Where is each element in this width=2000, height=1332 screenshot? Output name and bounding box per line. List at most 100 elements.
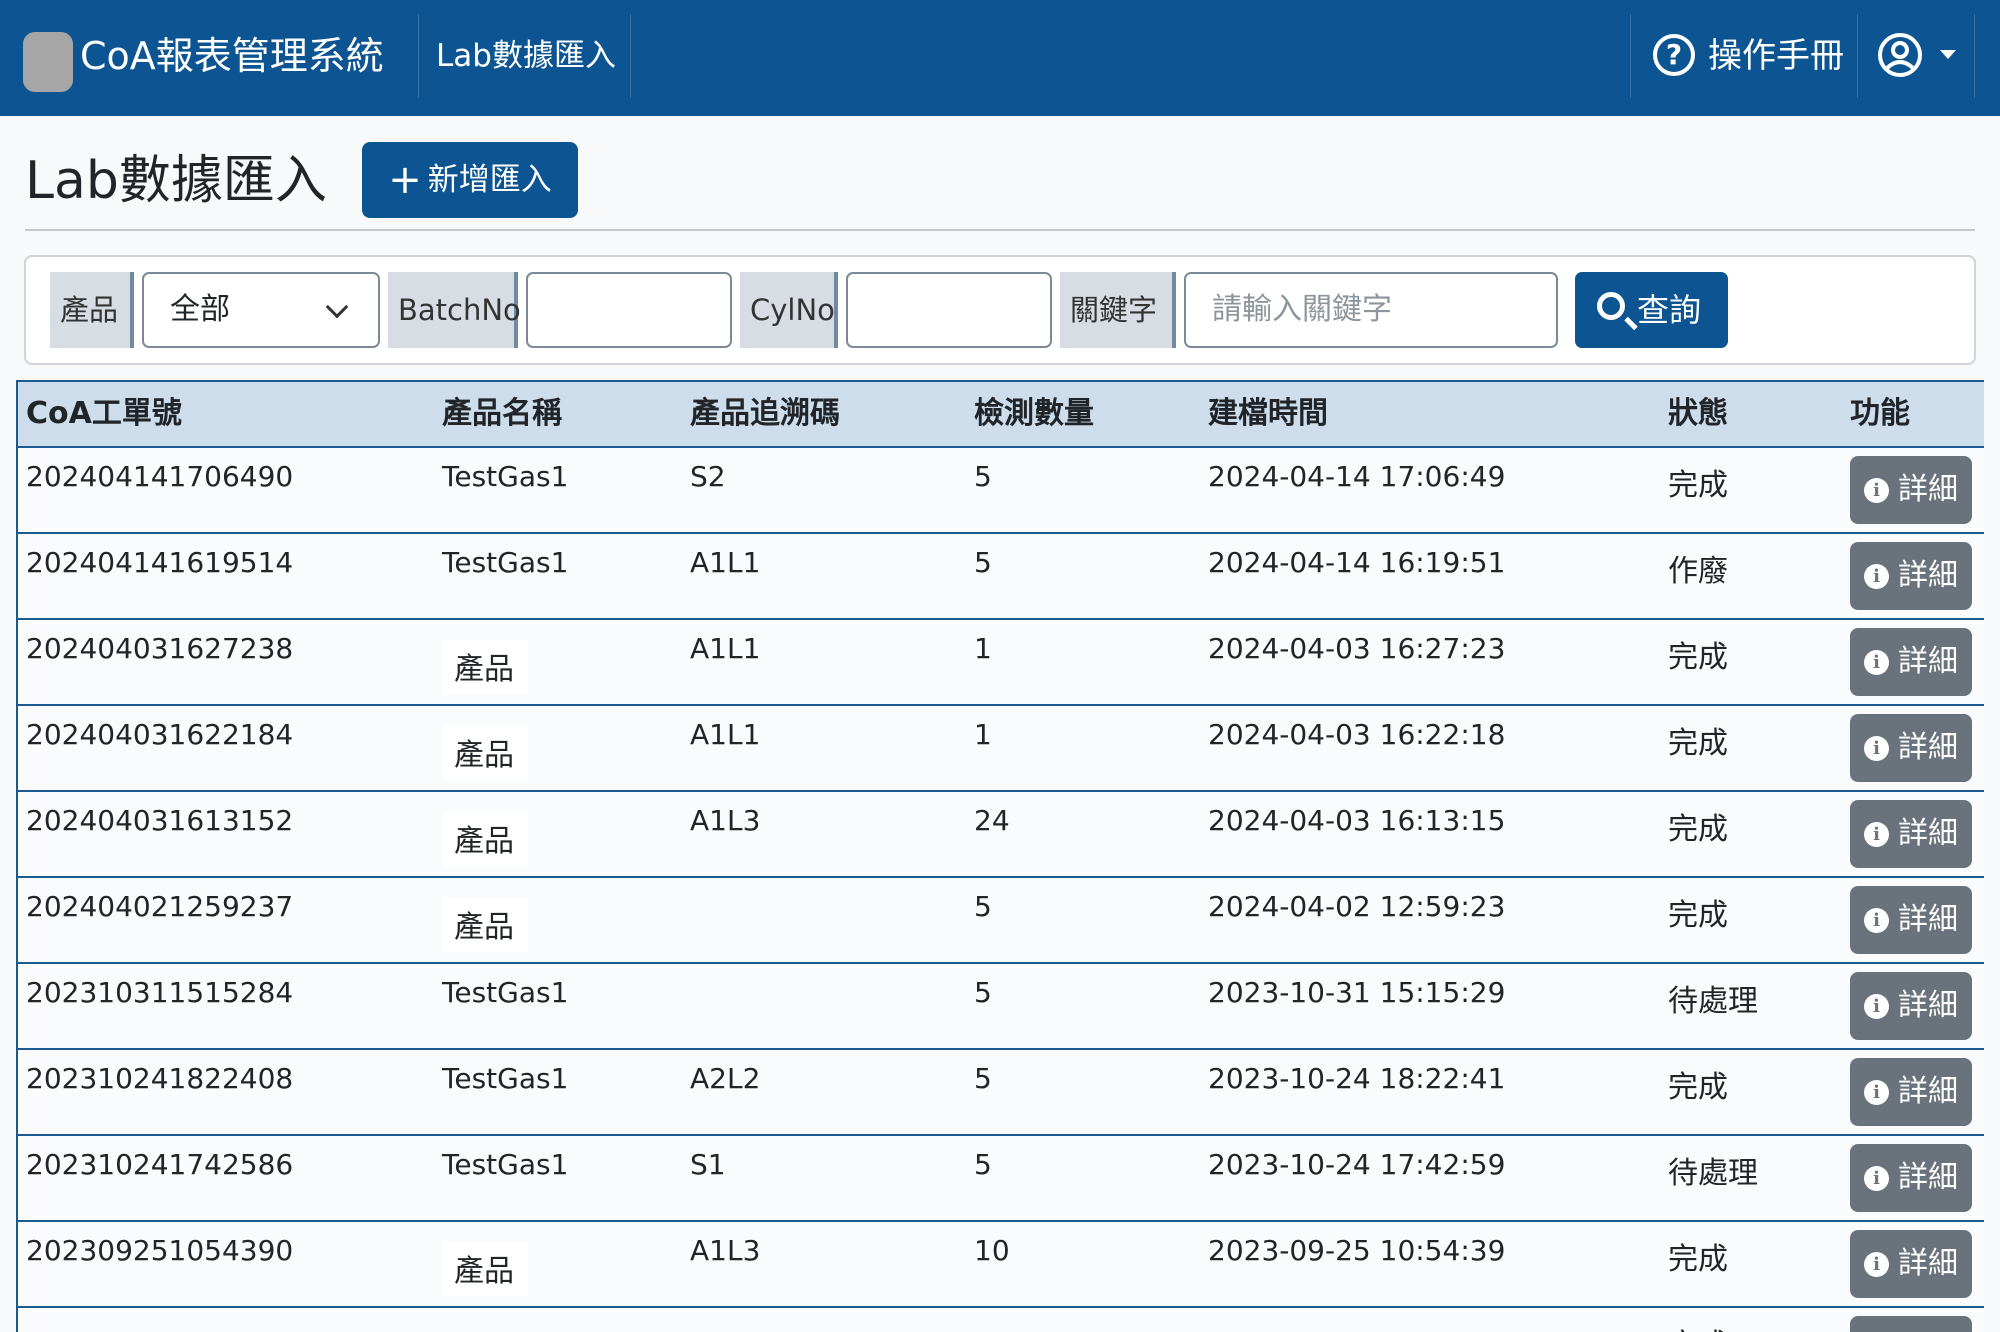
- detail-button[interactable]: i詳細: [1850, 1144, 1972, 1212]
- col-qty-cell: 5: [966, 448, 1202, 534]
- detail-button-label: 詳細: [1898, 1246, 1958, 1281]
- search-button[interactable]: 查詢: [1575, 272, 1728, 348]
- detail-button[interactable]: i詳細: [1850, 972, 1972, 1040]
- col-qty-value: 10: [974, 1234, 1010, 1267]
- col-order-value: 202404021259237: [26, 890, 294, 923]
- add-import-button[interactable]: + 新增匯入: [362, 142, 578, 218]
- search-icon: [1597, 292, 1625, 320]
- col-product-cell: TestGas1: [434, 1136, 684, 1222]
- table-row: 202404141619514 TestGas1 A1L1 5 2024-04-14 1…: [18, 534, 1984, 620]
- col-product-cell: 產品: [434, 792, 684, 878]
- col-qty-value: 5: [974, 546, 992, 579]
- col-trace-cell: A1L1: [682, 534, 968, 620]
- col-trace-cell: [682, 1308, 968, 1332]
- col-status-cell: 完成: [1660, 878, 1844, 964]
- col-product-cell: TestGas1: [434, 448, 684, 534]
- col-created-value: 2024-04-02 12:59:23: [1208, 890, 1506, 923]
- cyl-input[interactable]: [846, 272, 1052, 348]
- col-order-cell: 202404021259237: [18, 878, 436, 964]
- col-order-value: 202404031613152: [26, 804, 294, 837]
- col-qty-header[interactable]: 檢測數量: [966, 382, 1202, 448]
- detail-button[interactable]: i詳細: [1850, 456, 1972, 524]
- col-status-value: 完成: [1668, 1328, 1728, 1332]
- search-button-label: 查詢: [1637, 291, 1702, 329]
- col-actions-cell: i 詳細: [1842, 792, 1984, 878]
- detail-button[interactable]: i詳細: [1850, 800, 1972, 868]
- col-created-value: 2024-04-03 16:27:23: [1208, 632, 1506, 665]
- detail-button[interactable]: i詳細: [1850, 542, 1972, 610]
- col-status-cell: 完成: [1660, 1308, 1844, 1332]
- col-created-value: 2023-10-31 15:15:29: [1208, 976, 1506, 1009]
- col-product-cell: 產品: [434, 878, 684, 964]
- col-status-cell: 完成: [1660, 620, 1844, 706]
- col-status-value: 完成: [1668, 1070, 1728, 1105]
- col-order-value: 202404031622184: [26, 718, 294, 751]
- user-circle-icon[interactable]: [1877, 32, 1923, 78]
- col-qty-cell: 24: [966, 792, 1202, 878]
- info-icon: i: [1864, 1080, 1889, 1105]
- col-order-cell: 202404031627238: [18, 620, 436, 706]
- col-trace-value: A1L1: [690, 546, 761, 579]
- table-row: 202309251054390 產品 A1L3 10 2023-09-25 10:54:…: [18, 1222, 1984, 1308]
- user-menu-caret-icon[interactable]: [1940, 50, 1956, 59]
- col-order-value: 202404141619514: [26, 546, 294, 579]
- detail-button-label: 詳細: [1898, 1074, 1958, 1109]
- col-status-cell: 完成: [1660, 1222, 1844, 1308]
- col-trace-cell: A1L3: [682, 792, 968, 878]
- detail-button[interactable]: i詳細: [1850, 1316, 1972, 1332]
- info-icon: i: [1864, 650, 1889, 675]
- col-trace-cell: S2: [682, 448, 968, 534]
- col-order-header[interactable]: CoA工單號: [18, 382, 436, 448]
- table-row: 202404031627238 產品 A1L1 1 2024-04-03 16:27:2…: [18, 620, 1984, 706]
- col-qty-value: 24: [974, 804, 1010, 837]
- detail-button-label: 詳細: [1898, 558, 1958, 593]
- question-circle-icon[interactable]: ?: [1653, 34, 1695, 76]
- help-manual-link[interactable]: 操作手冊: [1708, 28, 1844, 84]
- col-order-cell: [18, 1308, 436, 1332]
- col-order-value: 202310241742586: [26, 1148, 294, 1181]
- col-qty-cell: 10: [966, 1222, 1202, 1308]
- col-created-cell: 2024-04-03 16:13:15: [1200, 792, 1662, 878]
- col-status-header[interactable]: 狀態: [1660, 382, 1844, 448]
- col-trace-cell: [682, 878, 968, 964]
- col-trace-value: S2: [690, 460, 726, 493]
- batch-filter-label: BatchNo: [388, 272, 521, 348]
- col-created-value: 2024-04-03 16:13:15: [1208, 804, 1506, 837]
- col-trace-value: A1L1: [690, 632, 761, 665]
- col-actions-cell: i 詳細: [1842, 448, 1984, 534]
- col-created-header[interactable]: 建檔時間: [1200, 382, 1662, 448]
- col-qty-cell: 5: [966, 534, 1202, 620]
- col-order-value: 202404031627238: [26, 632, 294, 665]
- detail-button[interactable]: i詳細: [1850, 628, 1972, 696]
- col-trace-header[interactable]: 產品追溯碼: [682, 382, 968, 448]
- table-row: 完成 i詳細: [18, 1308, 1984, 1332]
- col-product-header[interactable]: 產品名稱: [434, 382, 684, 448]
- col-actions-cell: i 詳細: [1842, 1222, 1984, 1308]
- col-created-value: 2023-10-24 17:42:59: [1208, 1148, 1506, 1181]
- nav-link-lab-import[interactable]: Lab數據匯入: [436, 30, 616, 82]
- col-qty-value: 5: [974, 976, 992, 1009]
- col-actions-cell: i 詳細: [1842, 964, 1984, 1050]
- col-created-cell: 2024-04-02 12:59:23: [1200, 878, 1662, 964]
- app-title[interactable]: CoA報表管理系統: [80, 28, 384, 84]
- col-qty-cell: 1: [966, 706, 1202, 792]
- col-order-cell: 202310241742586: [18, 1136, 436, 1222]
- col-product-cell: 產品: [434, 706, 684, 792]
- detail-button[interactable]: i詳細: [1850, 886, 1972, 954]
- col-created-value: 2023-10-24 18:22:41: [1208, 1062, 1506, 1095]
- table-row: 202404141706490 TestGas1 S2 5 2024-04-14 17:…: [18, 448, 1984, 534]
- col-trace-cell: S1: [682, 1136, 968, 1222]
- detail-button-label: 詳細: [1898, 1160, 1958, 1195]
- table-row: 202404021259237 產品 5 2024-04-02 12:59:23 完成 i…: [18, 878, 1984, 964]
- batch-input[interactable]: [526, 272, 732, 348]
- col-actions-header[interactable]: 功能: [1842, 382, 1984, 448]
- detail-button[interactable]: i詳細: [1850, 1230, 1972, 1298]
- detail-button[interactable]: i詳細: [1850, 714, 1972, 782]
- keyword-input[interactable]: 請輸入關鍵字: [1184, 272, 1558, 348]
- col-qty-cell: 1: [966, 620, 1202, 706]
- col-product-value: 產品: [442, 640, 528, 694]
- col-status-cell: 完成: [1660, 706, 1844, 792]
- detail-button-label: 詳細: [1898, 472, 1958, 507]
- col-order-cell: 202404031613152: [18, 792, 436, 878]
- detail-button[interactable]: i 詳細: [1850, 1058, 1972, 1126]
